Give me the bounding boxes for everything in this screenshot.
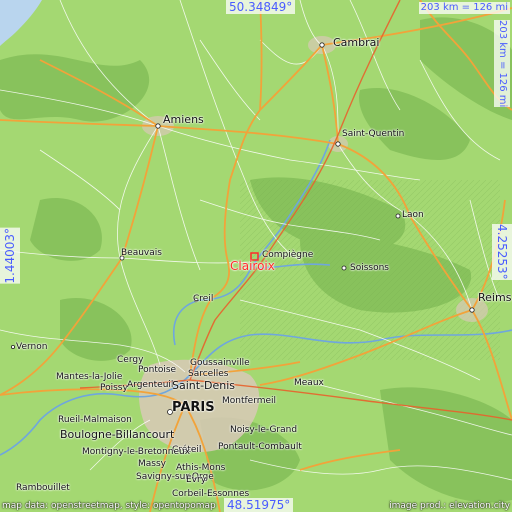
target-place-label: Clairoix — [230, 259, 275, 273]
city-label-amiens: Amiens — [163, 113, 204, 126]
city-label-evry: Évry — [186, 475, 207, 485]
city-label-cergy: Cergy — [117, 355, 144, 365]
city-label-argenteuil: Argenteuil — [127, 380, 174, 390]
south-latitude-label: 48.51975° — [224, 498, 294, 512]
image-credit: image prod.: elevation.city — [389, 501, 510, 511]
city-label-poissy: Poissy — [100, 383, 128, 393]
map-view[interactable]: Cambrai Amiens Saint-Quentin Laon Compiè… — [0, 0, 512, 512]
city-label-boulogne: Boulogne-Billancourt — [60, 428, 175, 441]
city-label-laon: Laon — [402, 210, 424, 220]
east-longitude-label: 4.25253° — [492, 224, 512, 280]
city-label-sarcelles: Sarcelles — [188, 369, 229, 379]
city-label-creil: Creil — [193, 294, 214, 304]
horizontal-scale-label: 203 km = 126 mi — [418, 2, 510, 14]
city-label-paris: PARIS — [172, 400, 215, 415]
west-longitude-label: 1.44003° — [0, 228, 20, 284]
city-label-montfermeil: Montfermeil — [222, 396, 277, 406]
city-label-vernon: Vernon — [16, 342, 48, 352]
city-label-pontault: Pontault-Combault — [218, 442, 302, 452]
city-label-pontoise: Pontoise — [138, 365, 177, 375]
city-label-saint-quentin: Saint-Quentin — [342, 129, 405, 139]
city-label-goussainville: Goussainville — [190, 358, 250, 368]
city-label-soissons: Soissons — [350, 263, 389, 273]
city-label-reims: Reims — [478, 291, 512, 304]
north-latitude-label: 50.34849° — [226, 0, 296, 14]
city-label-mantes: Mantes-la-Jolie — [56, 372, 123, 382]
city-label-noisy: Noisy-le-Grand — [230, 425, 298, 435]
vertical-scale-label: 203 km = 126 mi — [494, 20, 510, 108]
map-credit: map data: openstreetmap, style: opentopo… — [2, 501, 216, 511]
city-label-montigny: Montigny-le-Bretonneux — [82, 447, 191, 457]
city-label-rueil: Rueil-Malmaison — [58, 415, 132, 425]
city-label-massy: Massy — [138, 459, 166, 469]
city-label-rambouillet: Rambouillet — [16, 483, 70, 493]
city-label-saint-denis: Saint-Denis — [172, 379, 236, 392]
city-label-meaux: Meaux — [294, 378, 324, 388]
city-label-beauvais: Beauvais — [121, 248, 162, 258]
city-label-cambrai: Cambrai — [333, 36, 380, 49]
